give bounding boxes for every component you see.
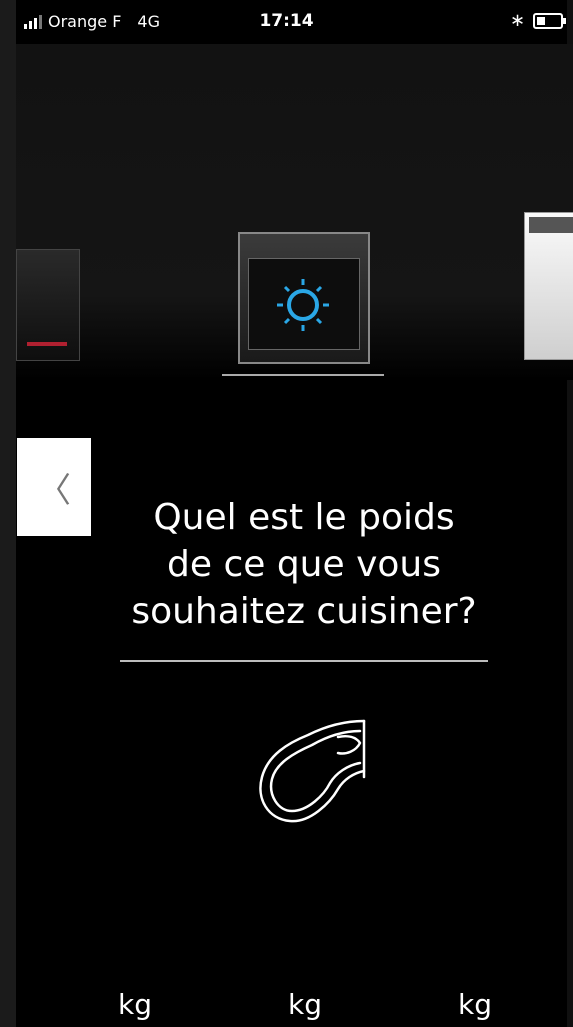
weight-question: Quel est le poids de ce que vous souhait… xyxy=(120,495,488,635)
dishwasher-rack xyxy=(529,217,573,233)
status-icons: ∗ xyxy=(509,10,566,31)
cooktop-appliance[interactable] xyxy=(16,249,80,361)
appliance-carousel[interactable] xyxy=(16,44,573,380)
dishwasher-appliance[interactable] xyxy=(524,212,573,360)
question-line-2: de ce que vous xyxy=(167,543,441,585)
oven-base xyxy=(222,362,384,376)
question-divider xyxy=(120,660,488,662)
back-button[interactable]: 〈 xyxy=(17,438,91,536)
question-line-3: souhaitez cuisiner? xyxy=(131,590,477,632)
meat-icon xyxy=(259,719,366,823)
oven-door xyxy=(248,258,360,350)
bluetooth-icon: ∗ xyxy=(509,10,525,31)
left-edge xyxy=(0,0,16,1027)
cooktop-controls xyxy=(27,342,67,346)
unit-label-left: kg xyxy=(118,988,152,1021)
status-bar: Orange F 4G 17:14 ∗ xyxy=(0,0,573,44)
oven-appliance[interactable] xyxy=(238,232,370,364)
question-line-1: Quel est le poids xyxy=(153,497,455,538)
battery-icon xyxy=(533,12,566,29)
clock: 17:14 xyxy=(259,11,314,31)
unit-label-right: kg xyxy=(458,988,492,1021)
oven-light-icon xyxy=(277,279,329,331)
chevron-left-icon: 〈 xyxy=(37,470,71,511)
unit-label-center: kg xyxy=(288,988,322,1021)
